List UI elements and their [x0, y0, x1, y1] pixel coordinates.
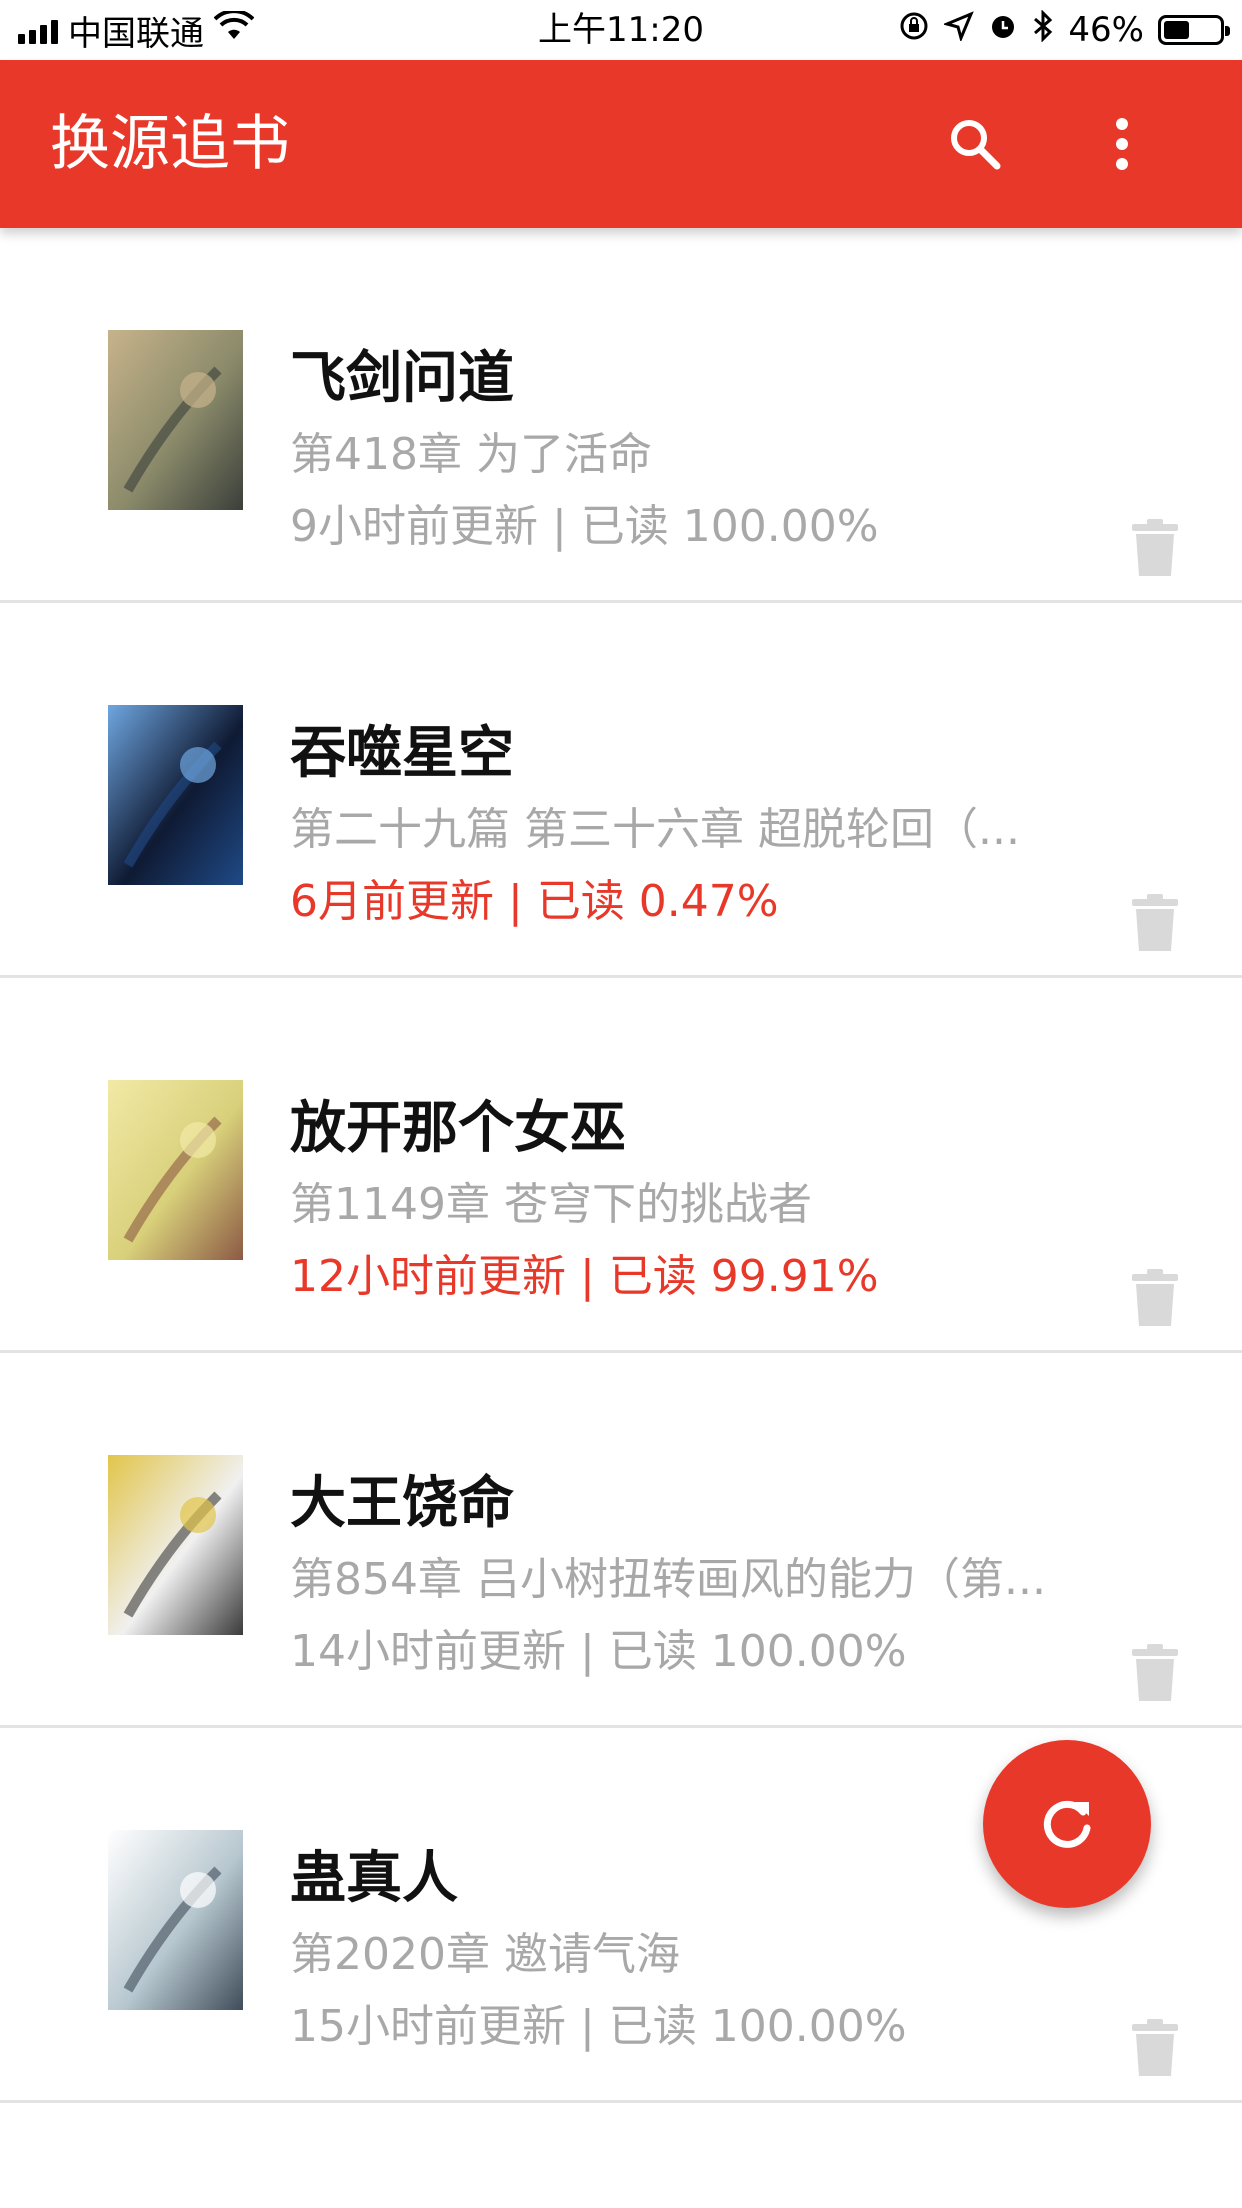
update-read-status: 15小时前更新 | 已读 100.00%: [290, 2001, 907, 2052]
status-right: 46%: [898, 8, 1230, 52]
page-title: 换源追书: [50, 109, 290, 179]
book-title: 吞噬星空: [290, 721, 514, 786]
update-read-status: 14小时前更新 | 已读 100.00%: [290, 1626, 907, 1677]
more-options-button[interactable]: [1082, 104, 1162, 184]
delete-button[interactable]: [1130, 1643, 1180, 1703]
delete-button[interactable]: [1130, 518, 1180, 578]
book-title: 大王饶命: [290, 1471, 514, 1536]
book-list-item[interactable]: 大王饶命第854章 吕小树扭转画风的能力（第... 14小时前更新 | 已读 10…: [0, 1353, 1242, 1728]
latest-chapter: 第二十九篇 第三十六章 超脱轮回（...: [290, 804, 1020, 855]
more-vert-icon: [1116, 118, 1128, 170]
latest-chapter: 第1149章 苍穹下的挑战者: [290, 1179, 812, 1230]
book-list-item[interactable]: 飞剑问道第418章 为了活命 9小时前更新 | 已读 100.00%: [0, 228, 1242, 603]
book-title: 放开那个女巫: [290, 1096, 626, 1161]
book-cover: [108, 1080, 243, 1260]
update-read-status: 6月前更新 | 已读 0.47%: [290, 876, 779, 927]
refresh-icon: [1043, 1800, 1091, 1848]
location-icon: [942, 10, 975, 50]
book-list-item[interactable]: 放开那个女巫第1149章 苍穹下的挑战者 12小时前更新 | 已读 99.91%: [0, 978, 1242, 1353]
latest-chapter: 第854章 吕小树扭转画风的能力（第...: [290, 1554, 1046, 1605]
trash-icon: [1132, 519, 1178, 576]
battery-icon: [1158, 15, 1230, 45]
latest-chapter: 第418章 为了活命: [290, 429, 652, 480]
trash-icon: [1132, 1644, 1178, 1701]
search-icon: [951, 120, 1001, 170]
delete-button[interactable]: [1130, 1268, 1180, 1328]
alarm-icon: [988, 10, 1018, 50]
refresh-button[interactable]: [983, 1740, 1151, 1908]
app-bar: 换源追书: [0, 60, 1242, 228]
trash-icon: [1132, 894, 1178, 951]
update-read-status: 12小时前更新 | 已读 99.91%: [290, 1251, 879, 1302]
book-cover: [108, 1830, 243, 2010]
book-cover: [108, 330, 243, 510]
delete-button[interactable]: [1130, 2018, 1180, 2078]
search-button[interactable]: [935, 104, 1015, 184]
update-read-status: 9小时前更新 | 已读 100.00%: [290, 501, 879, 552]
trash-icon: [1132, 2019, 1178, 2076]
battery-percent: 46%: [1068, 10, 1144, 50]
book-cover: [108, 1455, 243, 1635]
book-title: 蛊真人: [290, 1846, 458, 1911]
trash-icon: [1132, 1269, 1178, 1326]
status-bar: 中国联通 上午11:20 46%: [0, 0, 1242, 60]
bluetooth-icon: [1032, 8, 1054, 51]
book-cover: [108, 705, 243, 885]
book-list-item[interactable]: 吞噬星空第二十九篇 第三十六章 超脱轮回（... 6月前更新 | 已读 0.47%: [0, 603, 1242, 978]
delete-button[interactable]: [1130, 893, 1180, 953]
battery-level: [1164, 21, 1189, 39]
latest-chapter: 第2020章 邀请气海: [290, 1929, 680, 1980]
rotation-lock-icon: [898, 10, 930, 51]
book-title: 飞剑问道: [290, 346, 514, 411]
